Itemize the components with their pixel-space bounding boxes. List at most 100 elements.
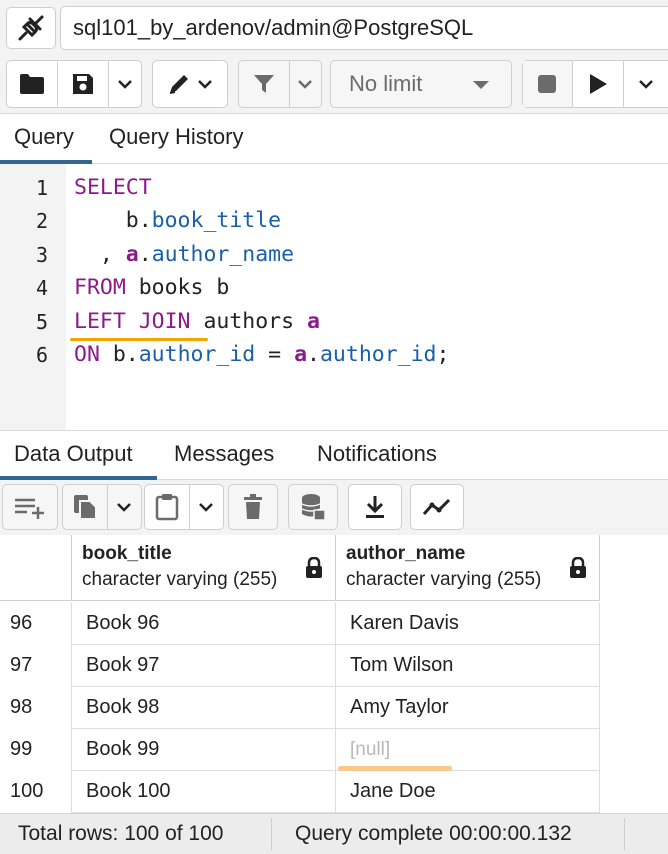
cell-book-title[interactable]: Book 100 (72, 771, 336, 813)
row-number[interactable]: 98 (0, 687, 72, 729)
column-header-book-title[interactable]: book_title character varying (255) (72, 535, 336, 601)
filter-options-dropdown[interactable] (290, 61, 321, 107)
row-number[interactable]: 99 (0, 729, 72, 771)
pencil-icon (169, 75, 188, 94)
add-row-group (2, 484, 58, 530)
grid-header: book_title character varying (255) autho… (0, 535, 600, 601)
column-header-author-name[interactable]: author_name character varying (255) (336, 535, 600, 601)
lock-icon (306, 557, 322, 578)
total-rows-status: Total rows: 100 of 100 (18, 822, 224, 845)
connection-bar: sql101_by_ardenov/admin@PostgreSQL (0, 0, 668, 56)
open-file-button[interactable] (7, 61, 59, 107)
tab-query-history[interactable]: Query History (109, 114, 243, 164)
paste-group (144, 484, 224, 530)
caret-down-icon (473, 81, 489, 89)
column-name: author_name (346, 543, 466, 564)
line-number: 4 (35, 276, 48, 300)
row-limit-select[interactable]: No limit (330, 60, 512, 108)
execute-button[interactable] (573, 61, 625, 107)
save-data-icon (301, 494, 326, 521)
save-file-button[interactable] (58, 61, 110, 107)
connection-selector[interactable]: sql101_by_ardenov/admin@PostgreSQL (60, 6, 668, 50)
table-row[interactable]: 100 Book 100 Jane Doe (0, 771, 600, 813)
null-highlight-underline (338, 766, 452, 771)
row-number[interactable]: 96 (0, 603, 72, 645)
status-divider (624, 818, 625, 850)
table-row[interactable]: 99 Book 99 [null] (0, 729, 600, 771)
result-grid: book_title character varying (255) autho… (0, 535, 668, 813)
add-row-button[interactable] (3, 485, 57, 529)
cell-book-title[interactable]: Book 97 (72, 645, 336, 687)
code-line-4: FROM books b (74, 275, 230, 300)
column-name: book_title (82, 543, 172, 564)
filter-button-group (238, 60, 322, 108)
status-bar: Total rows: 100 of 100 Query complete 00… (0, 813, 668, 854)
output-tabs: Data Output Messages Notifications (0, 430, 668, 480)
line-number: 6 (35, 343, 48, 367)
save-icon (73, 74, 94, 94)
tab-messages[interactable]: Messages (160, 431, 274, 480)
cell-author-name-null[interactable]: [null] (336, 729, 600, 771)
folder-icon (20, 74, 45, 94)
save-data-group (288, 484, 338, 530)
code-line-3: , a.author_name (74, 242, 295, 267)
download-button[interactable] (349, 485, 401, 529)
cell-author-name[interactable]: Amy Taylor (336, 687, 600, 729)
chevron-down-icon (199, 503, 214, 512)
cell-book-title[interactable]: Book 98 (72, 687, 336, 729)
paste-button[interactable] (145, 485, 190, 529)
row-number[interactable]: 97 (0, 645, 72, 687)
cell-author-name[interactable]: Karen Davis (336, 603, 600, 645)
cell-book-title[interactable]: Book 99 (72, 729, 336, 771)
download-icon (366, 496, 384, 518)
save-data-button[interactable] (289, 485, 337, 529)
code-line-5: LEFT JOIN authors a (74, 309, 320, 334)
tab-query[interactable]: Query (0, 114, 92, 164)
edit-button-group (152, 60, 228, 108)
line-number-gutter: 1 2 3 4 5 6 (0, 164, 66, 430)
graph-icon (422, 498, 451, 515)
add-row-icon (15, 498, 44, 519)
table-row[interactable]: 97 Book 97 Tom Wilson (0, 645, 600, 687)
graph-group (410, 484, 464, 530)
cell-author-name[interactable]: Jane Doe (336, 771, 600, 813)
sql-editor[interactable]: 1 2 3 4 5 6 SELECT b.book_title , a.auth… (0, 164, 668, 430)
trash-icon (244, 494, 262, 519)
tab-data-output[interactable]: Data Output (0, 431, 157, 480)
edit-dropdown-button[interactable] (153, 61, 227, 107)
status-divider (271, 818, 272, 850)
paste-options-dropdown[interactable] (190, 485, 223, 529)
lock-icon (570, 557, 586, 578)
stop-icon (538, 75, 557, 93)
query-toolbar: No limit (0, 56, 668, 114)
play-icon (589, 74, 607, 94)
copy-group (62, 484, 142, 530)
copy-options-dropdown[interactable] (108, 485, 141, 529)
chevron-down-icon (117, 503, 132, 512)
table-row[interactable]: 98 Book 98 Amy Taylor (0, 687, 600, 729)
copy-icon (73, 495, 97, 520)
query-tabs: Query Query History (0, 114, 668, 164)
column-type: character varying (255) (346, 569, 542, 590)
copy-button[interactable] (63, 485, 108, 529)
delete-row-button[interactable] (229, 485, 277, 529)
cell-author-name[interactable]: Tom Wilson (336, 645, 600, 687)
connection-status-button[interactable] (6, 7, 56, 49)
code-line-2: b.book_title (74, 208, 282, 233)
chevron-down-icon (198, 80, 212, 89)
chevron-down-icon (298, 80, 313, 89)
save-options-dropdown[interactable] (109, 61, 141, 107)
cell-book-title[interactable]: Book 96 (72, 603, 336, 645)
table-row[interactable]: 96 Book 96 Karen Davis (0, 603, 600, 645)
execute-options-dropdown[interactable] (624, 61, 668, 107)
row-number[interactable]: 100 (0, 771, 72, 813)
stop-button[interactable] (523, 61, 573, 107)
code-line-1: SELECT (74, 175, 152, 200)
tab-notifications[interactable]: Notifications (303, 431, 437, 480)
download-group (348, 484, 402, 530)
file-button-group (6, 60, 142, 108)
line-number: 3 (35, 243, 48, 267)
column-type: character varying (255) (82, 569, 278, 590)
graph-visualiser-button[interactable] (411, 485, 463, 529)
filter-button[interactable] (239, 61, 290, 107)
